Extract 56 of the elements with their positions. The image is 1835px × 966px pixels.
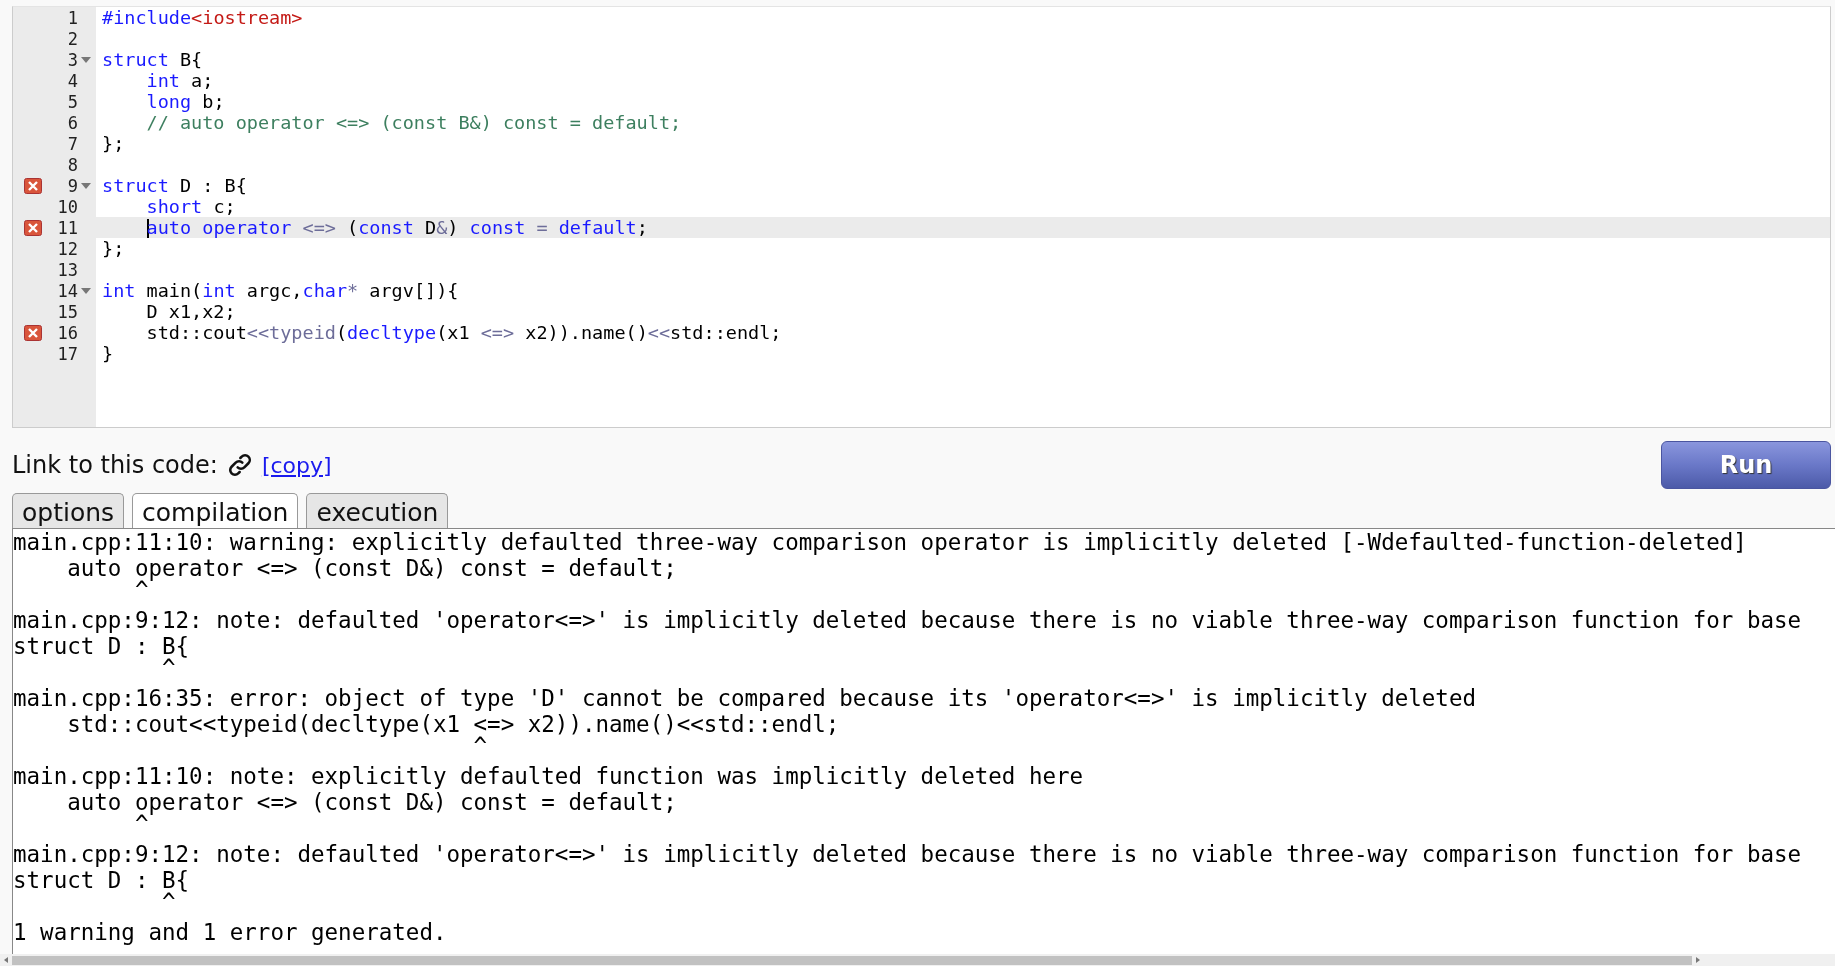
- link-label: Link to this code:: [12, 451, 218, 479]
- line-number: 4: [66, 70, 78, 91]
- fold-arrow-icon[interactable]: [81, 182, 91, 189]
- line-number: 8: [66, 154, 78, 175]
- line-number: 7: [66, 133, 78, 154]
- output-line: main.cpp:16:35: error: object of type 'D' cannot be compared because its 'operator<=>' is implicitly deleted: [13, 685, 1477, 711]
- code-line: struct B{: [101, 49, 203, 70]
- output-line: struct D : B{: [13, 867, 191, 893]
- code-line: // auto operator <=> (const B&) const = default;: [145, 112, 682, 133]
- code-line: }: [101, 343, 114, 364]
- line-number: 2: [66, 28, 78, 49]
- output-line: auto operator <=> (const D&) const = default;: [66, 789, 678, 815]
- line-number: 15: [56, 301, 78, 322]
- copy-link[interactable]: [copy]: [261, 452, 332, 478]
- code-line: struct D : B{: [101, 175, 247, 196]
- output-line: ^: [133, 815, 149, 839]
- code-line: long b;: [145, 91, 225, 112]
- tab[interactable]: execution: [306, 493, 449, 528]
- output-line: ^: [472, 737, 489, 761]
- code-line: int main(int argc,char* argv[]){: [101, 280, 459, 301]
- output-line: ^: [161, 893, 176, 917]
- output-line: ^: [133, 581, 149, 605]
- output-line: ^: [161, 659, 176, 683]
- code-line: short c;: [145, 196, 236, 217]
- fold-arrow-icon[interactable]: [81, 287, 91, 294]
- horizontal-scrollbar[interactable]: [0, 954, 1835, 966]
- line-number: 12: [56, 238, 78, 259]
- line-number: 10: [56, 196, 78, 217]
- line-number: 6: [66, 112, 78, 133]
- line-number: 11: [56, 217, 78, 238]
- line-number: 14: [56, 280, 78, 301]
- line-number: 17: [56, 343, 78, 364]
- output-line: struct D : B{: [13, 633, 191, 659]
- output-line: auto operator <=> (const D&) const = default;: [66, 555, 678, 581]
- output-line: main.cpp:9:12: note: defaulted 'operator<=>' is implicitly deleted because there is no viable three-way comparison function for base: [13, 607, 1803, 633]
- code-line: };: [101, 238, 125, 259]
- code-line: std::cout<<typeid(decltype(x1 <=> x2)).name()<<std::endl;: [145, 322, 782, 343]
- line-number: 9: [66, 175, 78, 196]
- output-line: main.cpp:11:10: warning: explicitly defaulted three-way comparison operator is implicitly deleted [-Wdefaulted-function-deleted]: [13, 529, 1748, 555]
- code-line: #include<iostream>: [101, 7, 303, 28]
- line-number: 13: [56, 259, 78, 280]
- tab[interactable]: options: [12, 493, 125, 528]
- code-line: int a;: [145, 70, 214, 91]
- line-number: 3: [66, 49, 78, 70]
- code-line: D x1,x2;: [145, 301, 236, 322]
- output-line: main.cpp:9:12: note: defaulted 'operator<=>' is implicitly deleted because there is no viable three-way comparison function for base: [13, 841, 1803, 867]
- output-line: main.cpp:11:10: note: explicitly defaulted function was implicitly deleted here: [13, 763, 1085, 789]
- tab[interactable]: compilation: [132, 493, 299, 528]
- run-button[interactable]: Run: [1661, 441, 1831, 489]
- code-line: };: [101, 133, 125, 154]
- fold-arrow-icon[interactable]: [81, 56, 91, 63]
- line-number: 16: [56, 322, 78, 343]
- line-number: 1: [66, 7, 78, 28]
- output-line: 1 warning and 1 error generated.: [13, 919, 448, 945]
- output-line: std::cout<<typeid(decltype(x1 <=> x2)).name()<<std::endl;: [66, 711, 841, 737]
- line-number: 5: [66, 91, 78, 112]
